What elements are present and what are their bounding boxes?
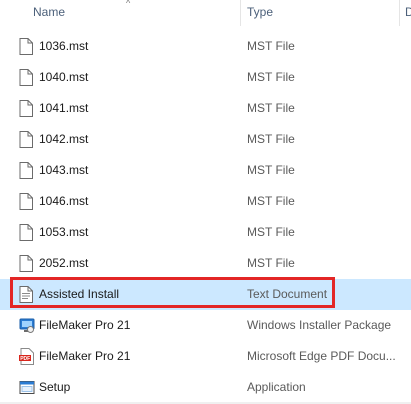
document-icon	[19, 224, 33, 241]
file-row[interactable]: Setup Application	[0, 372, 411, 403]
file-row-selected[interactable]: Assisted Install Text Document	[0, 279, 411, 310]
file-type: MST File	[247, 225, 295, 239]
document-icon	[19, 255, 33, 272]
file-row[interactable]: 1043.mst MST File	[0, 155, 411, 186]
file-name: FileMaker Pro 21	[39, 349, 131, 363]
document-icon	[19, 162, 33, 179]
file-name: 1040.mst	[39, 70, 89, 84]
file-name: 1036.mst	[39, 39, 89, 53]
file-row[interactable]: 1042.mst MST File	[0, 124, 411, 155]
pdf-icon: PDF	[19, 348, 34, 365]
file-name: FileMaker Pro 21	[39, 318, 131, 332]
file-type: Windows Installer Package	[247, 318, 392, 332]
file-row[interactable]: 2052.mst MST File	[0, 248, 411, 279]
file-row[interactable]: 1040.mst MST File	[0, 62, 411, 93]
svg-text:PDF: PDF	[20, 356, 30, 362]
file-name: Setup	[39, 380, 71, 394]
file-type: Text Document	[247, 287, 328, 301]
file-type: MST File	[247, 101, 295, 115]
column-divider[interactable]	[240, 0, 241, 26]
column-header-name[interactable]: Name	[33, 5, 65, 19]
column-header-next[interactable]: D	[405, 5, 411, 19]
document-icon	[19, 69, 33, 86]
file-name: Assisted Install	[39, 287, 120, 301]
file-type: Application	[247, 380, 306, 394]
file-type: MST File	[247, 132, 295, 146]
file-type: MST File	[247, 163, 295, 177]
installer-package-icon	[19, 317, 35, 334]
sort-up-icon: ^	[126, 0, 131, 8]
file-row[interactable]: 1036.mst MST File	[0, 31, 411, 62]
file-row[interactable]: 1046.mst MST File	[0, 186, 411, 217]
file-name: 1053.mst	[39, 225, 89, 239]
file-list: 1036.mst MST File 1040.mst MST File 1041…	[0, 31, 411, 403]
file-name: 1043.mst	[39, 163, 89, 177]
column-header: ^ Name Type D	[0, 0, 411, 26]
document-icon	[19, 131, 33, 148]
document-icon	[19, 100, 33, 117]
file-type: MST File	[247, 194, 295, 208]
file-type: MST File	[247, 70, 295, 84]
file-name: 1046.mst	[39, 194, 89, 208]
column-header-type[interactable]: Type	[247, 5, 273, 19]
document-icon	[19, 38, 33, 55]
file-name: 1042.mst	[39, 132, 89, 146]
file-row[interactable]: FileMaker Pro 21 Windows Installer Packa…	[0, 310, 411, 341]
column-divider[interactable]	[399, 0, 400, 26]
document-icon	[19, 193, 33, 210]
file-row[interactable]: 1041.mst MST File	[0, 93, 411, 124]
text-document-icon	[19, 286, 33, 303]
file-name: 2052.mst	[39, 256, 89, 270]
file-name: 1041.mst	[39, 101, 89, 115]
file-type: MST File	[247, 256, 295, 270]
file-row[interactable]: PDF FileMaker Pro 21 Microsoft Edge PDF …	[0, 341, 411, 372]
file-row[interactable]: 1053.mst MST File	[0, 217, 411, 248]
application-icon	[19, 379, 35, 396]
file-type: Microsoft Edge PDF Docu...	[247, 349, 396, 363]
file-type: MST File	[247, 39, 295, 53]
